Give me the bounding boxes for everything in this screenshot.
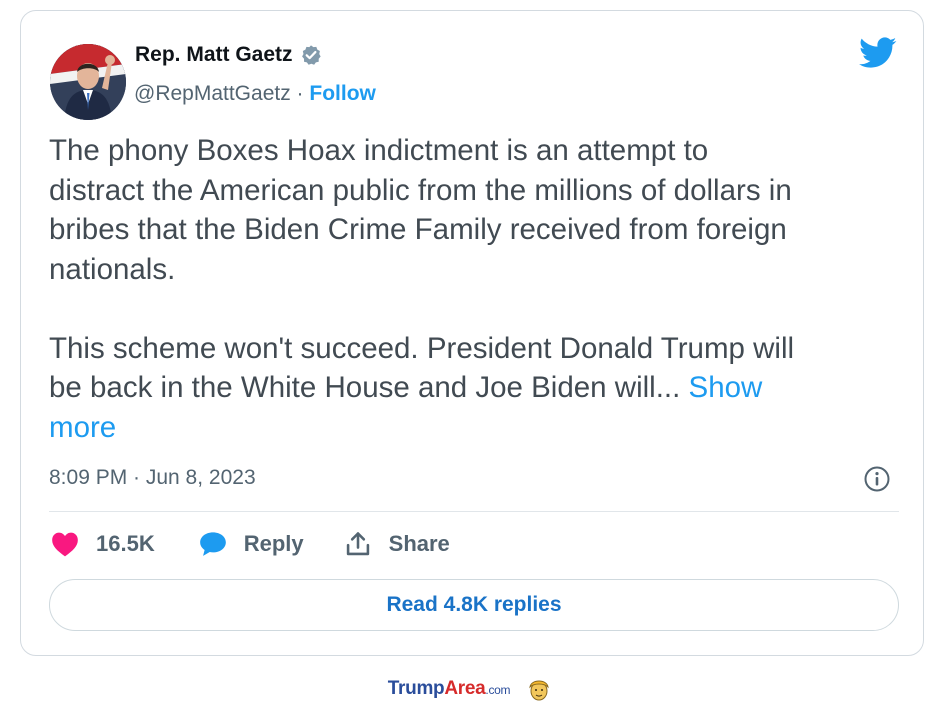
tweet-card: Rep. Matt Gaetz @RepMattGaetz · Follow T… xyxy=(20,10,924,656)
info-icon[interactable] xyxy=(863,465,891,493)
follow-button[interactable]: Follow xyxy=(309,82,376,105)
reply-bubble-icon xyxy=(199,532,226,556)
divider xyxy=(49,511,899,512)
tweet-paragraph-1: The phony Boxes Hoax indictment is an at… xyxy=(49,134,792,286)
handle-separator: · xyxy=(290,82,310,105)
twitter-bird-icon[interactable] xyxy=(859,37,897,69)
action-bar: 16.5K Reply Share xyxy=(51,530,450,558)
share-label: Share xyxy=(388,531,450,556)
author-name[interactable]: Rep. Matt Gaetz xyxy=(135,43,293,67)
author-name-row: Rep. Matt Gaetz xyxy=(135,43,322,67)
heart-icon xyxy=(52,532,78,557)
reply-label: Reply xyxy=(243,531,304,556)
read-replies-button[interactable]: Read 4.8K replies xyxy=(49,579,899,631)
avatar[interactable] xyxy=(50,44,126,120)
tweet-timestamp[interactable]: 8:09 PM · Jun 8, 2023 xyxy=(49,466,256,490)
brand-logo[interactable]: TrumpArea.com xyxy=(388,678,511,700)
author-handle-row: @RepMattGaetz · Follow xyxy=(134,82,376,106)
like-button[interactable]: 16.5K xyxy=(51,531,155,557)
mascot-icon xyxy=(529,680,549,701)
tweet-text: The phony Boxes Hoax indictment is an at… xyxy=(49,131,909,447)
share-icon xyxy=(346,532,369,556)
like-count: 16.5K xyxy=(96,531,155,556)
watermark-footer: TrumpArea.com xyxy=(0,676,940,702)
reply-button[interactable]: Reply xyxy=(199,531,304,557)
author-handle[interactable]: @RepMattGaetz xyxy=(134,82,291,105)
tweet-paragraph-2: This scheme won't succeed. President Don… xyxy=(49,331,795,405)
verified-badge-icon xyxy=(301,45,321,65)
share-button[interactable]: Share xyxy=(344,530,450,558)
